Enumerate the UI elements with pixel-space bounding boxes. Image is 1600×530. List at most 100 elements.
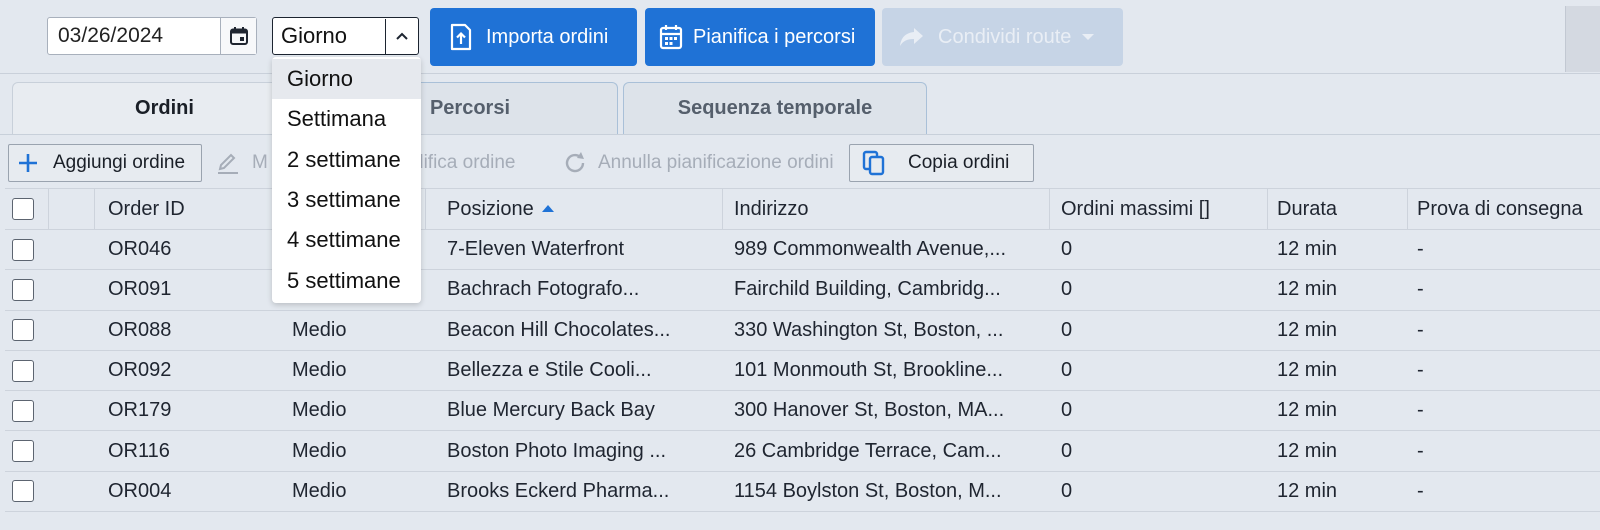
chevron-up-icon[interactable] <box>385 18 418 54</box>
table-row[interactable]: OR116 Medio Boston Photo Imaging ... 26 … <box>5 431 1600 472</box>
column-header-duration[interactable]: Durata <box>1277 189 1407 229</box>
cell-position: Brooks Eckerd Pharma... <box>447 479 670 502</box>
cell-order-id: OR092 <box>108 359 172 382</box>
toolbar-scroll-area[interactable] <box>1565 6 1600 72</box>
tab-routes-label: Percorsi <box>429 97 511 119</box>
period-option[interactable]: 2 settimane <box>272 140 421 180</box>
unplan-orders-button[interactable]: Annulla pianificazione ordini <box>562 144 834 182</box>
cell-order-id: OR088 <box>108 318 172 341</box>
cell-proof: - <box>1417 238 1424 261</box>
table-body: OR046 7-Eleven Waterfront 989 Commonweal… <box>5 230 1600 513</box>
cell-priority: Medio <box>292 439 347 462</box>
modify-order-button[interactable]: difica ordine <box>413 144 515 182</box>
column-header-position[interactable]: Posizione <box>447 189 727 229</box>
cell-priority: Medio <box>292 479 347 502</box>
cell-order-id: OR179 <box>108 399 172 422</box>
calendar-icon[interactable] <box>220 18 256 54</box>
copy-icon <box>862 150 885 176</box>
table-row[interactable]: OR004 Medio Brooks Eckerd Pharma... 1154… <box>5 472 1600 513</box>
column-header-address[interactable]: Indirizzo <box>734 189 1034 229</box>
column-header-proof[interactable]: Prova di consegna <box>1417 189 1597 229</box>
cell-order-id: OR116 <box>108 439 170 462</box>
row-checkbox[interactable] <box>12 359 34 382</box>
tab-timeline[interactable]: Sequenza temporale <box>623 82 927 134</box>
tab-orders-label: Ordini <box>135 97 194 119</box>
modify-order-label: difica ordine <box>413 152 516 173</box>
cell-address: 26 Cambridge Terrace, Cam... <box>734 439 1002 462</box>
row-checkbox[interactable] <box>12 440 34 463</box>
tab-bar: Ordini Percorsi Sequenza temporale <box>0 74 1600 134</box>
cell-address: 989 Commonwealth Avenue,... <box>734 238 1007 261</box>
cell-proof: - <box>1417 278 1424 301</box>
caret-down-icon <box>1082 34 1095 40</box>
period-select[interactable]: Giorno <box>272 17 419 55</box>
cell-proof: - <box>1417 439 1424 462</box>
cell-order-id: OR046 <box>108 238 172 261</box>
period-option[interactable]: 3 settimane <box>272 180 421 220</box>
cell-proof: - <box>1417 359 1424 382</box>
table-row[interactable]: OR046 7-Eleven Waterfront 989 Commonweal… <box>5 230 1600 271</box>
period-option[interactable]: Giorno <box>272 59 421 100</box>
period-option[interactable]: 4 settimane <box>272 220 421 260</box>
unplan-orders-label: Annulla pianificazione ordini <box>598 152 834 173</box>
plan-routes-button[interactable]: Pianifica i percorsi <box>645 8 875 66</box>
table-row[interactable]: OR091 Bachrach Fotografo... Fairchild Bu… <box>5 270 1600 311</box>
cell-order-id: OR004 <box>108 479 172 502</box>
cell-proof: - <box>1417 479 1424 502</box>
column-header-max-orders[interactable]: Ordini massimi [] <box>1061 189 1261 229</box>
column-header-order-id[interactable]: Order ID <box>108 189 278 229</box>
import-orders-button[interactable]: Importa ordini <box>430 8 637 66</box>
row-checkbox[interactable] <box>12 238 34 261</box>
cell-duration: 12 min <box>1277 318 1338 341</box>
share-route-button[interactable]: Condividi route <box>882 8 1123 66</box>
table-row[interactable]: OR179 Medio Blue Mercury Back Bay 300 Ha… <box>5 391 1600 432</box>
cell-priority: Medio <box>292 399 347 422</box>
copy-orders-button[interactable]: Copia ordini <box>849 144 1034 182</box>
cell-priority: Medio <box>292 318 347 341</box>
cell-address: 300 Hanover St, Boston, MA... <box>734 399 1005 422</box>
copy-orders-label: Copia ordini <box>908 152 1010 173</box>
cell-max-orders: 0 <box>1061 479 1073 502</box>
orders-table: Order ID Posizione Indirizzo Ordini mass… <box>5 188 1600 513</box>
cell-duration: 12 min <box>1277 359 1338 382</box>
cell-order-id: OR091 <box>108 278 172 301</box>
cell-position: Beacon Hill Chocolates... <box>447 318 671 341</box>
row-checkbox[interactable] <box>12 278 34 301</box>
cell-position: Boston Photo Imaging ... <box>447 439 667 462</box>
cell-max-orders: 0 <box>1061 359 1073 382</box>
row-checkbox[interactable] <box>12 480 34 503</box>
sort-ascending-icon <box>541 205 554 212</box>
row-checkbox[interactable] <box>12 399 34 422</box>
row-checkbox[interactable] <box>12 319 34 342</box>
pencil-icon <box>218 153 238 174</box>
cell-priority: Medio <box>292 359 347 382</box>
share-route-label: Condividi route <box>938 25 1072 48</box>
cell-address: 1154 Boylston St, Boston, M... <box>734 479 1002 502</box>
cell-duration: 12 min <box>1277 439 1338 462</box>
cell-duration: 12 min <box>1277 479 1338 502</box>
cell-position: Blue Mercury Back Bay <box>447 399 655 422</box>
table-row[interactable]: OR092 Medio Bellezza e Stile Cooli... 10… <box>5 351 1600 392</box>
cell-max-orders: 0 <box>1061 399 1073 422</box>
edit-order-label: M <box>252 152 268 173</box>
add-order-button[interactable]: Aggiungi ordine <box>8 144 202 182</box>
date-input[interactable]: 03/26/2024 <box>48 24 220 48</box>
period-option[interactable]: Settimana <box>272 99 421 139</box>
column-header-position-label: Posizione <box>447 197 534 220</box>
period-dropdown-menu: Giorno Settimana 2 settimane 3 settimane 4 s… <box>272 57 421 303</box>
select-all-checkbox[interactable] <box>12 198 34 220</box>
orders-action-bar: Aggiungi ordine M difica ordine Annulla … <box>0 134 1600 188</box>
plan-routes-label: Pianifica i percorsi <box>693 25 856 48</box>
import-orders-label: Importa ordini <box>486 25 609 48</box>
date-picker[interactable]: 03/26/2024 <box>47 17 257 55</box>
edit-order-button[interactable]: M <box>216 144 268 182</box>
cell-address: 101 Monmouth St, Brookline... <box>734 359 1004 382</box>
tab-timeline-label: Sequenza temporale <box>677 97 873 119</box>
cell-max-orders: 0 <box>1061 278 1073 301</box>
period-option[interactable]: 5 settimane <box>272 260 421 300</box>
add-order-label: Aggiungi ordine <box>53 152 186 173</box>
upload-file-icon <box>450 23 472 51</box>
calendar-grid-icon <box>659 25 683 50</box>
table-row[interactable]: OR088 Medio Beacon Hill Chocolates... 33… <box>5 311 1600 351</box>
cell-address: 330 Washington St, Boston, ... <box>734 318 1004 341</box>
